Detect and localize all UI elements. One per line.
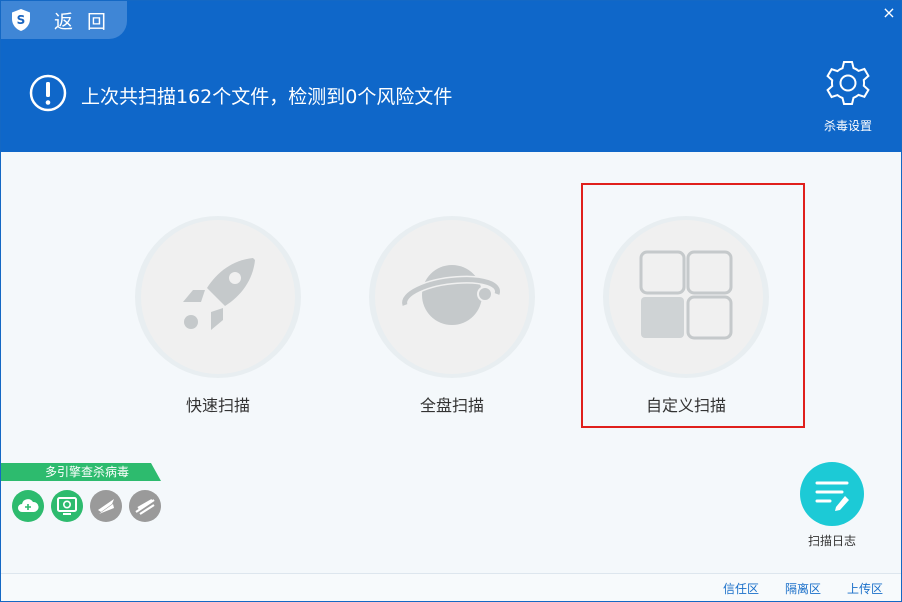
upload-zone-link[interactable]: 上传区 (847, 580, 883, 597)
highlight-box (581, 183, 805, 428)
local-engine-icon[interactable] (51, 490, 83, 522)
quarantine-link[interactable]: 隔离区 (785, 580, 821, 597)
full-scan-circle (369, 216, 535, 378)
scan-status-text: 上次共扫描162个文件，检测到0个风险文件 (81, 86, 453, 108)
antivirus-settings-button[interactable]: 杀毒设置 (818, 59, 878, 133)
scan-log-label: 扫描日志 (807, 534, 856, 548)
alert-icon (29, 74, 67, 112)
quick-scan-button[interactable]: 快速扫描 (133, 216, 303, 416)
settings-label: 杀毒设置 (823, 119, 872, 133)
quick-scan-circle (135, 216, 301, 378)
full-scan-button[interactable]: 全盘扫描 (367, 216, 537, 416)
footer-bar: 信任区 隔离区 上传区 (1, 573, 901, 601)
header-bar: S 返 回 × 上次共扫描162个文件，检测到0个风险文件 杀毒设置 (1, 1, 901, 152)
antivirus-window: S 返 回 × 上次共扫描162个文件，检测到0个风险文件 杀毒设置 快速扫描 … (0, 0, 902, 602)
full-scan-label: 全盘扫描 (419, 396, 484, 415)
trust-zone-link[interactable]: 信任区 (723, 580, 759, 597)
cloud-engine-icon[interactable] (12, 490, 44, 522)
quick-scan-label: 快速扫描 (185, 396, 250, 415)
rocket-icon (173, 250, 263, 344)
engine-icons (12, 490, 161, 522)
gear-icon (824, 59, 872, 111)
engine-3-icon[interactable] (90, 490, 122, 522)
scan-log-button[interactable]: 扫描日志 (798, 462, 866, 552)
multi-engine-banner: 多引擎查杀病毒 (1, 463, 161, 481)
back-label: 返 回 (54, 10, 111, 33)
shield-logo-icon: S (10, 8, 32, 32)
svg-text:S: S (17, 13, 26, 27)
log-icon (800, 462, 864, 526)
planet-icon (397, 250, 507, 344)
engine-4-icon[interactable] (129, 490, 161, 522)
close-icon[interactable]: × (881, 5, 897, 21)
back-button[interactable]: S 返 回 (1, 1, 127, 39)
